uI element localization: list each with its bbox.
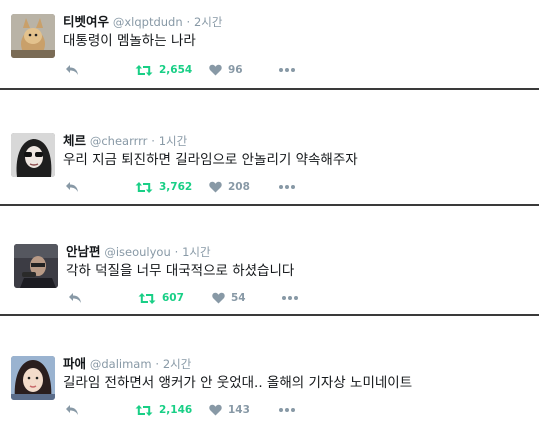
like-count: 143 <box>228 404 250 416</box>
retweet-icon <box>138 292 156 304</box>
tweet-text: 각하 덕질을 너무 대국적으로 하셨습니다 <box>66 263 295 279</box>
tweet-header: 안남편 @iseoulyou · 1시간 <box>66 244 211 260</box>
display-name[interactable]: 체르 <box>63 133 86 148</box>
tweet-text: 길라임 전하면서 앵커가 안 웃었대.. 올해의 기자상 노미네이트 <box>63 375 413 391</box>
display-name[interactable]: 파애 <box>63 356 86 371</box>
like-count: 96 <box>228 64 243 76</box>
avatar[interactable] <box>11 14 55 58</box>
more-button[interactable] <box>281 290 299 306</box>
tweet-actions: 2,146 143 <box>63 402 363 418</box>
tweet-header: 파애 @dalimam · 2시간 <box>63 356 191 372</box>
heart-icon <box>209 181 222 193</box>
more-icon <box>279 68 295 72</box>
timestamp[interactable]: 2시간 <box>163 357 191 371</box>
avatar[interactable] <box>11 133 55 177</box>
retweet-count: 607 <box>162 292 184 304</box>
like-button[interactable]: 54 <box>212 290 246 306</box>
more-button[interactable] <box>278 62 296 78</box>
display-name[interactable]: 티벳여우 <box>63 14 109 29</box>
retweet-button[interactable]: 607 <box>138 290 184 306</box>
more-icon <box>282 296 298 300</box>
divider <box>0 314 539 316</box>
timestamp[interactable]: 2시간 <box>194 15 222 29</box>
username[interactable]: @iseoulyou <box>104 245 170 259</box>
tweet-actions: 607 54 <box>66 290 366 306</box>
username[interactable]: @xlqptdudn <box>113 15 183 29</box>
username[interactable]: @chearrrr <box>90 134 148 148</box>
retweet-icon <box>135 404 153 416</box>
separator: · <box>151 134 155 148</box>
more-button[interactable] <box>278 179 296 195</box>
like-count: 208 <box>228 181 250 193</box>
heart-icon <box>209 64 222 76</box>
avatar[interactable] <box>14 244 58 288</box>
retweet-count: 2,654 <box>159 64 193 76</box>
reply-icon <box>69 293 81 303</box>
retweet-button[interactable]: 2,654 <box>135 62 192 78</box>
separator: · <box>174 245 179 259</box>
tweet-text: 우리 지금 퇴진하면 길라임으로 안놀리기 약속해주자 <box>63 152 358 168</box>
timestamp[interactable]: 1시간 <box>159 134 187 148</box>
more-icon <box>279 408 295 412</box>
retweet-count: 3,762 <box>159 181 193 193</box>
reply-button[interactable] <box>68 290 82 306</box>
like-button[interactable]: 208 <box>209 179 250 195</box>
username[interactable]: @dalimam <box>90 357 152 371</box>
timestamp[interactable]: 1시간 <box>182 245 210 259</box>
reply-icon <box>66 405 78 415</box>
more-button[interactable] <box>278 402 296 418</box>
retweet-count: 2,146 <box>159 404 193 416</box>
separator: · <box>186 15 191 29</box>
retweet-icon <box>135 181 153 193</box>
reply-icon <box>66 182 78 192</box>
more-icon <box>279 185 295 189</box>
tweet-header: 체르 @chearrrr · 1시간 <box>63 133 187 149</box>
tweet-actions: 3,762 208 <box>63 179 363 195</box>
retweet-icon <box>135 64 153 76</box>
like-button[interactable]: 96 <box>209 62 243 78</box>
retweet-button[interactable]: 3,762 <box>135 179 192 195</box>
reply-button[interactable] <box>65 62 79 78</box>
tweet-text: 대통령이 멤놀하는 나라 <box>63 33 196 49</box>
tweet-header: 티벳여우 @xlqptdudn · 2시간 <box>63 14 222 30</box>
retweet-button[interactable]: 2,146 <box>135 402 192 418</box>
avatar[interactable] <box>11 356 55 400</box>
divider <box>0 88 539 90</box>
like-count: 54 <box>231 292 246 304</box>
separator: · <box>155 357 160 371</box>
heart-icon <box>212 292 225 304</box>
like-button[interactable]: 143 <box>209 402 250 418</box>
divider <box>0 204 539 206</box>
reply-button[interactable] <box>65 179 79 195</box>
heart-icon <box>209 404 222 416</box>
reply-button[interactable] <box>65 402 79 418</box>
tweet-actions: 2,654 96 <box>63 62 363 78</box>
display-name[interactable]: 안남편 <box>66 244 101 259</box>
reply-icon <box>66 65 78 75</box>
